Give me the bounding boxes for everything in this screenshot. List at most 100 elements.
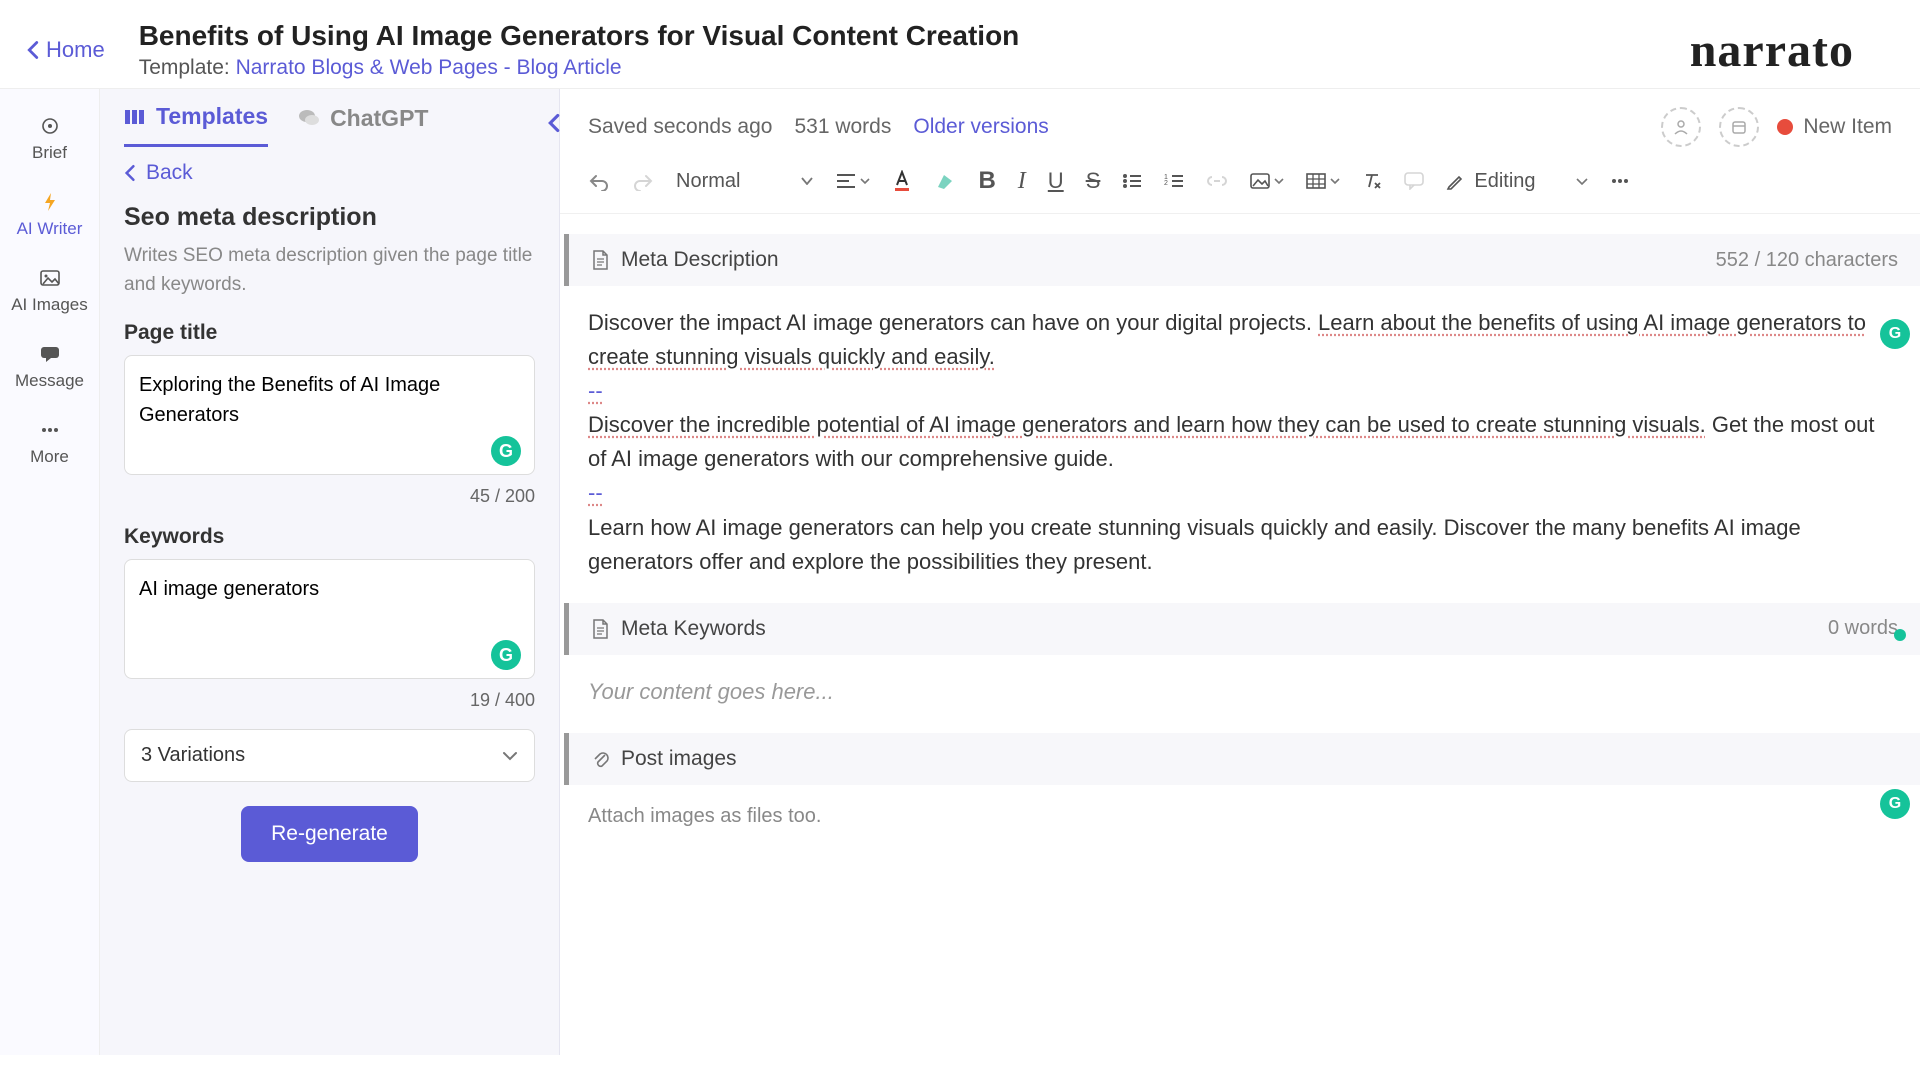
align-button[interactable] [836, 173, 870, 189]
meta-description-title: Meta Description [621, 248, 779, 272]
image-icon [39, 267, 61, 289]
home-link[interactable]: Home [26, 37, 105, 63]
bullet-list-button[interactable] [1122, 173, 1142, 189]
page-title-label: Page title [124, 321, 535, 345]
editor-content[interactable]: Meta Description 552 / 120 characters Di… [560, 214, 1920, 828]
saved-status: Saved seconds ago [588, 115, 772, 139]
undo-button[interactable] [588, 171, 610, 191]
variations-label: 3 Variations [141, 744, 245, 767]
meta-keywords-placeholder[interactable]: Your content goes here... [560, 675, 1920, 733]
page-title-input[interactable] [124, 355, 535, 475]
tab-templates-label: Templates [156, 103, 268, 130]
chat-icon [298, 108, 320, 128]
md-sep2: -- [588, 480, 603, 505]
nav-message[interactable]: Message [0, 329, 99, 405]
templates-icon [124, 107, 146, 127]
md-sep1: -- [588, 378, 603, 403]
variations-select[interactable]: 3 Variations [124, 729, 535, 782]
page-title-count: 45 / 200 [124, 486, 535, 507]
meta-description-header: Meta Description 552 / 120 characters [564, 234, 1920, 286]
collapse-panel-button[interactable] [547, 113, 561, 133]
keywords-input[interactable] [124, 559, 535, 679]
status-label: New Item [1803, 115, 1892, 139]
panel-body: Back Seo meta description Writes SEO met… [100, 147, 559, 876]
strikethrough-button[interactable]: S [1086, 168, 1101, 194]
paragraph-style-label: Normal [676, 170, 740, 193]
post-images-header: Post images [564, 733, 1920, 785]
grammarly-icon[interactable]: G [1880, 789, 1910, 819]
word-count: 531 words [794, 115, 891, 139]
tab-chatgpt[interactable]: ChatGPT [298, 103, 428, 147]
status-dot-icon [1777, 119, 1793, 135]
main-wrap: Brief AI Writer AI Images Message More T… [0, 89, 1920, 1055]
highlight-button[interactable] [934, 171, 956, 191]
grammarly-icon[interactable]: G [491, 640, 521, 670]
more-toolbar-button[interactable] [1610, 178, 1630, 184]
meta-keywords-count: 0 words [1828, 617, 1898, 640]
template-line: Template: Narrato Blogs & Web Pages - Bl… [139, 56, 1690, 80]
paragraph-style-select[interactable]: Normal [676, 170, 814, 193]
clear-format-button[interactable] [1362, 172, 1382, 190]
svg-text:2: 2 [1164, 180, 1168, 187]
top-header: Home Benefits of Using AI Image Generato… [0, 0, 1920, 89]
assignee-placeholder[interactable] [1661, 107, 1701, 147]
meta-keywords-header: Meta Keywords 0 words [564, 603, 1920, 655]
link-button[interactable] [1206, 175, 1228, 187]
grammarly-dot-icon [1894, 629, 1906, 641]
underline-button[interactable]: U [1048, 168, 1064, 194]
editor-area: Saved seconds ago 531 words Older versio… [560, 89, 1920, 1055]
nav-brief-label: Brief [32, 143, 67, 163]
nav-ai-images[interactable]: AI Images [0, 253, 99, 329]
nav-ai-writer[interactable]: AI Writer [0, 177, 99, 253]
panel-tabs: Templates ChatGPT [100, 89, 559, 147]
comment-button[interactable] [1404, 172, 1424, 190]
italic-button[interactable]: I [1018, 168, 1026, 195]
text-color-button[interactable] [892, 170, 912, 192]
older-versions-link[interactable]: Older versions [913, 115, 1048, 139]
editing-mode-label: Editing [1474, 170, 1535, 193]
redo-button[interactable] [632, 171, 654, 191]
keywords-count: 19 / 400 [124, 690, 535, 711]
panel-description: Writes SEO meta description given the pa… [124, 242, 535, 299]
template-label: Template: [139, 56, 236, 79]
numbered-list-button[interactable]: 12 [1164, 173, 1184, 189]
grammarly-icon[interactable]: G [491, 436, 521, 466]
more-icon [39, 419, 61, 441]
nav-brief[interactable]: Brief [0, 101, 99, 177]
attachment-icon [591, 749, 609, 769]
back-link[interactable]: Back [124, 161, 535, 185]
md-p3: Learn how AI image generators can help y… [588, 515, 1801, 574]
document-icon [591, 250, 609, 270]
tab-chatgpt-label: ChatGPT [330, 105, 428, 132]
editing-mode-select[interactable]: Editing [1446, 170, 1587, 193]
item-status[interactable]: New Item [1777, 115, 1892, 139]
bold-button[interactable]: B [978, 167, 995, 195]
home-label: Home [46, 37, 105, 63]
grammarly-icon[interactable]: G [1880, 319, 1910, 349]
panel-heading: Seo meta description [124, 203, 535, 232]
chevron-down-icon [502, 751, 518, 761]
keywords-label: Keywords [124, 525, 535, 549]
page-title-wrap: G [124, 355, 535, 480]
md-p2a: Discover the incredible potential of AI … [588, 412, 1706, 437]
template-link[interactable]: Narrato Blogs & Web Pages - Blog Article [236, 56, 622, 79]
bolt-icon [39, 191, 61, 213]
md-p1a: Discover the impact AI image generators … [588, 310, 1318, 335]
editor-toolbar: Normal B I U S 12 Editing [560, 157, 1920, 214]
insert-image-button[interactable] [1250, 173, 1284, 189]
nav-message-label: Message [15, 371, 84, 391]
regenerate-button[interactable]: Re-generate [241, 806, 418, 862]
narrato-logo: narrato [1690, 23, 1854, 78]
meta-description-count: 552 / 120 characters [1716, 249, 1898, 272]
tab-templates[interactable]: Templates [124, 103, 268, 147]
target-icon [39, 115, 61, 137]
insert-table-button[interactable] [1306, 173, 1340, 189]
message-icon [39, 343, 61, 365]
post-images-subtitle: Attach images as files too. [560, 805, 1920, 828]
date-placeholder[interactable] [1719, 107, 1759, 147]
nav-more[interactable]: More [0, 405, 99, 481]
nav-more-label: More [30, 447, 69, 467]
meta-description-body[interactable]: Discover the impact AI image generators … [560, 306, 1920, 603]
post-images-title: Post images [621, 747, 737, 771]
keywords-wrap: G [124, 559, 535, 684]
